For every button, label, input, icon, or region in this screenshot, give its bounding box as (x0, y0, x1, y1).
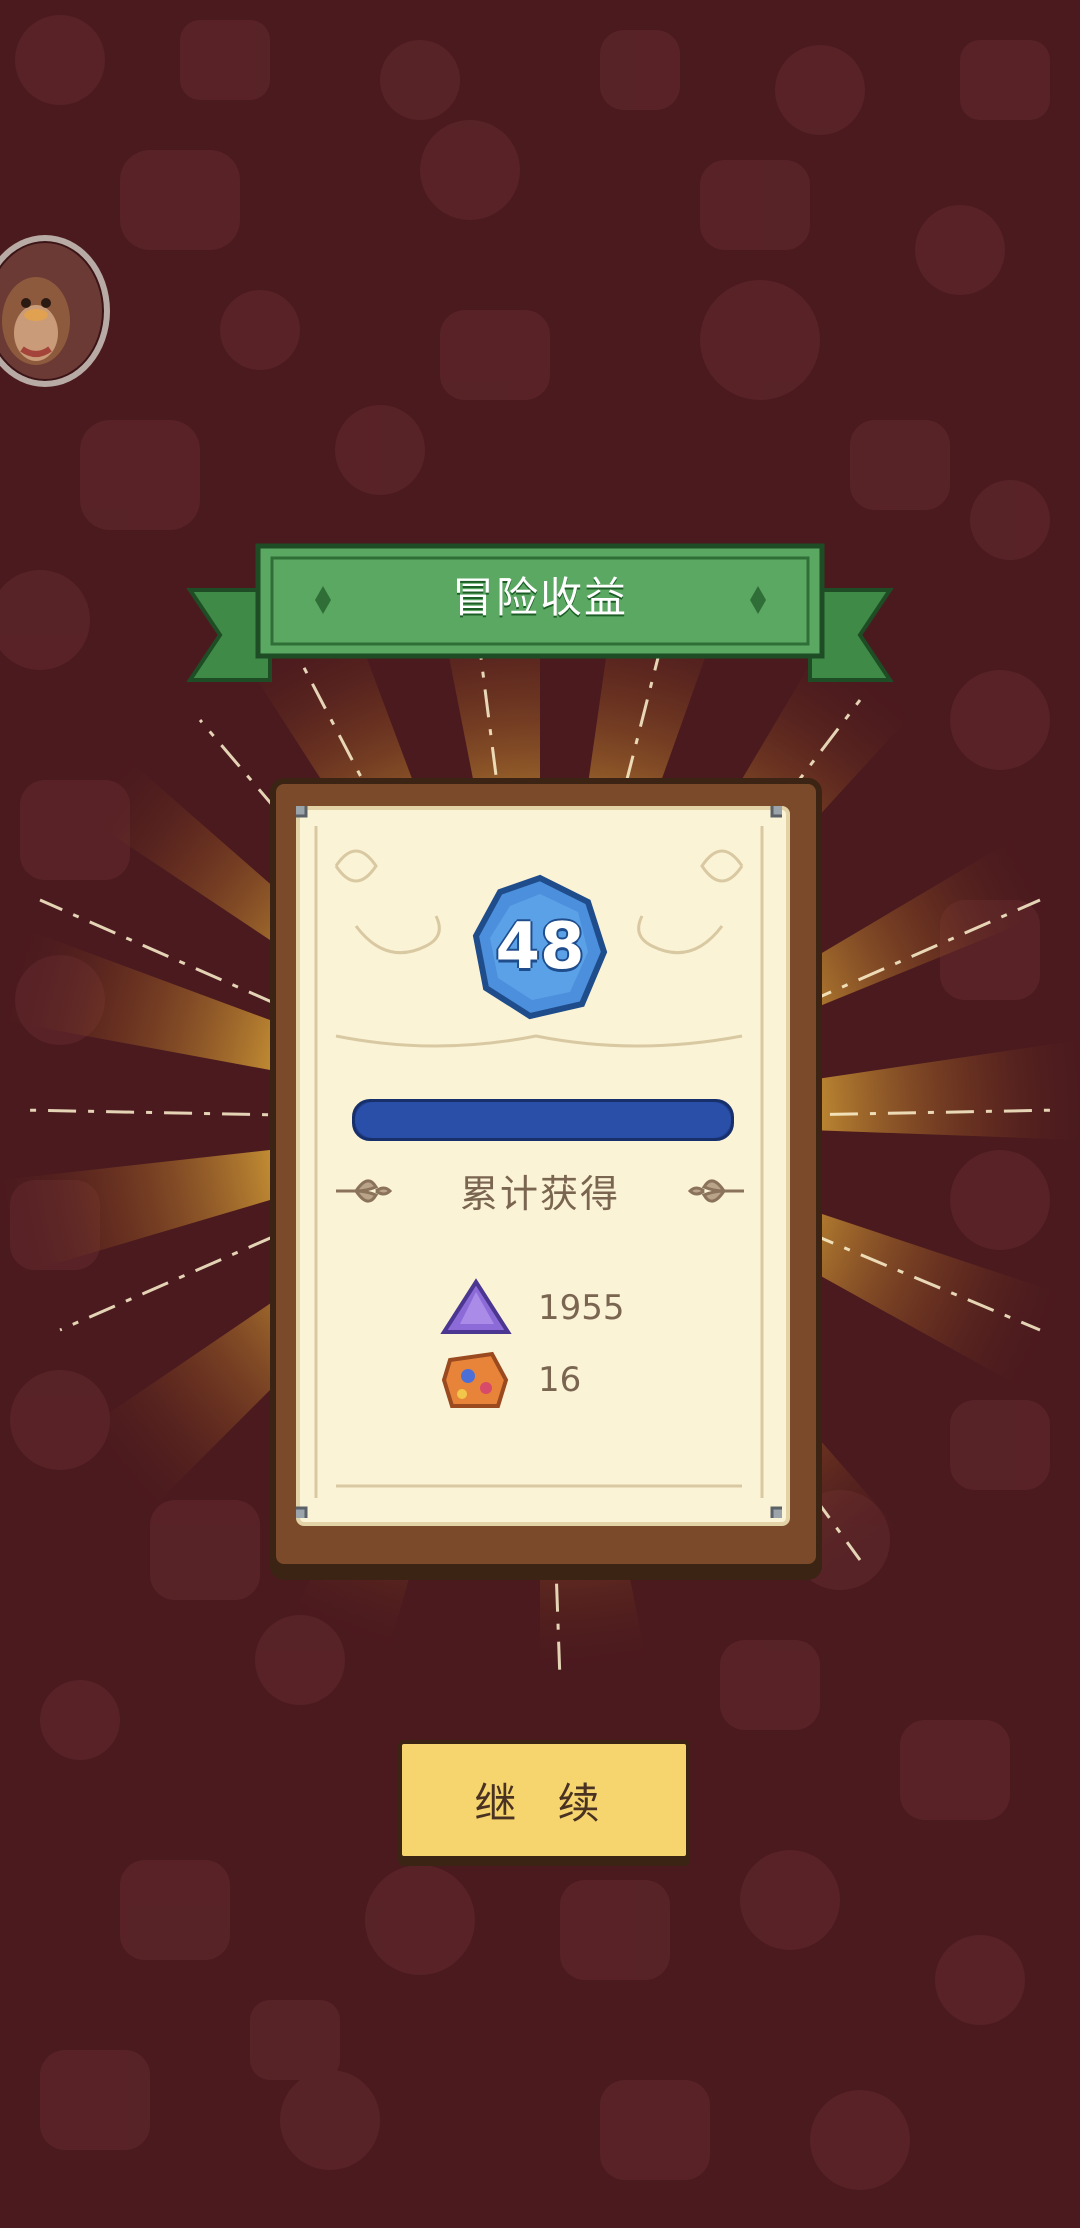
continue-button[interactable]: 继 续 (398, 1740, 690, 1860)
reward-count: 16 (538, 1360, 582, 1400)
page-title: 冒险收益 (451, 572, 628, 622)
level-number: 48 (495, 910, 585, 984)
level-progress-fill (355, 1102, 731, 1138)
purple-crystal-icon (440, 1278, 512, 1334)
fleur-right-icon (687, 1179, 744, 1203)
reward-row: 1955 (440, 1278, 700, 1338)
level-progress-bar (352, 1099, 734, 1141)
orange-gem-icon (441, 1351, 509, 1408)
total-earned-label: 累计获得 (459, 1171, 620, 1216)
fleur-left-icon (336, 1179, 393, 1203)
reward-row: 16 (440, 1350, 700, 1410)
reward-count: 1955 (538, 1288, 625, 1328)
penguin-avatar-icon (2, 277, 70, 365)
